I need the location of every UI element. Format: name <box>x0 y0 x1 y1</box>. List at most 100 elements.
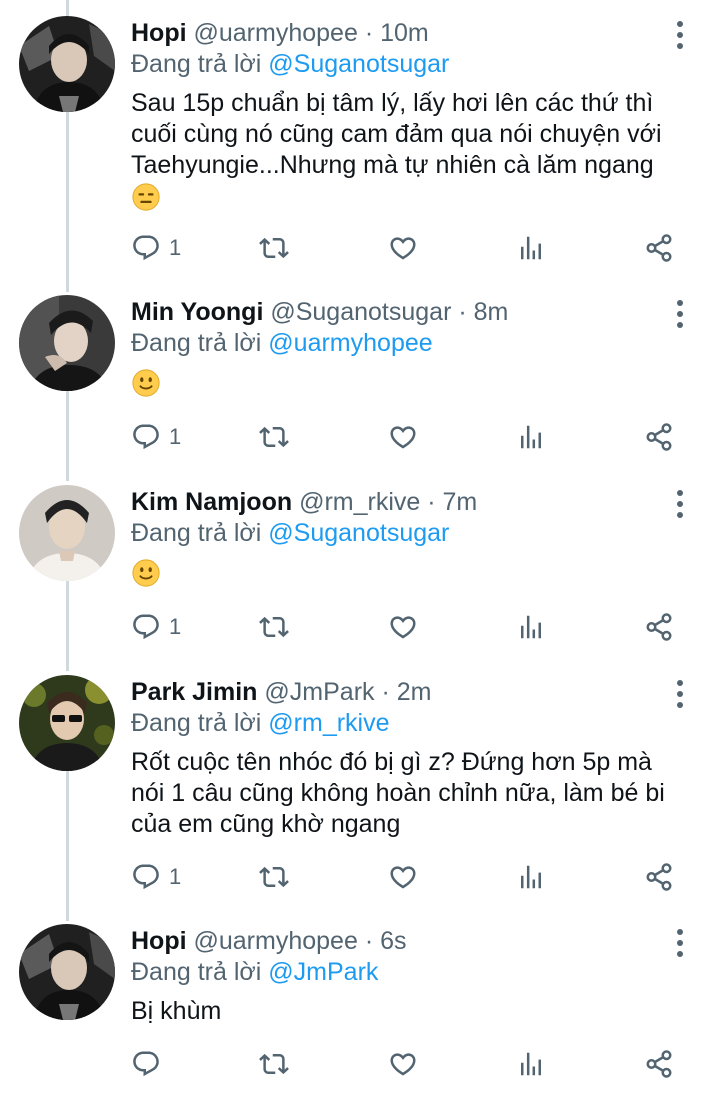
tweet[interactable]: Min Yoongi @Suganotsugar · 8m Đang trả l… <box>0 295 719 475</box>
tweet-header: Park Jimin @JmPark · 2m <box>131 677 431 707</box>
tweet-text: Rốt cuộc tên nhóc đó bị gì z? Đứng hơn 5… <box>131 747 691 840</box>
replying-to: Đang trả lời @Suganotsugar <box>131 518 449 548</box>
like-button[interactable] <box>388 609 418 645</box>
separator: · <box>364 927 374 955</box>
timestamp[interactable]: 8m <box>474 298 509 326</box>
bar-chart-icon <box>516 233 546 263</box>
avatar[interactable] <box>19 675 115 771</box>
action-bar: 1 <box>131 609 691 645</box>
avatar[interactable] <box>19 295 115 391</box>
more-options-icon[interactable] <box>668 297 692 331</box>
tweet[interactable]: Kim Namjoon @rm_rkive · 7m Đang trả lời … <box>0 485 719 665</box>
tweet-header: Min Yoongi @Suganotsugar · 8m <box>131 297 508 327</box>
retweet-icon <box>259 422 289 452</box>
reply-button[interactable]: 1 <box>131 859 181 895</box>
share-button[interactable] <box>644 1046 674 1082</box>
bar-chart-icon <box>516 612 546 642</box>
reply-button[interactable]: 1 <box>131 609 181 645</box>
timestamp[interactable]: 10m <box>380 19 429 47</box>
tweet[interactable]: Hopi @uarmyhopee · 6s Đang trả lời @JmPa… <box>0 924 719 1094</box>
action-bar <box>131 1046 691 1082</box>
share-icon <box>644 233 674 263</box>
tweet-text <box>131 557 691 588</box>
retweet-button[interactable] <box>259 859 289 895</box>
share-button[interactable] <box>644 230 674 266</box>
user-handle[interactable]: @JmPark <box>264 678 374 706</box>
replying-to: Đang trả lời @uarmyhopee <box>131 328 433 358</box>
heart-icon <box>388 612 418 642</box>
more-options-icon[interactable] <box>668 926 692 960</box>
display-name[interactable]: Hopi <box>131 927 187 955</box>
retweet-icon <box>259 233 289 263</box>
tweet[interactable]: Park Jimin @JmPark · 2m Đang trả lời @rm… <box>0 675 719 915</box>
avatar[interactable] <box>19 16 115 112</box>
replying-to: Đang trả lời @JmPark <box>131 957 378 987</box>
user-handle[interactable]: @uarmyhopee <box>194 19 358 47</box>
display-name[interactable]: Park Jimin <box>131 678 257 706</box>
slightly-smiling-face-icon <box>131 558 161 588</box>
views-button[interactable] <box>516 419 546 455</box>
bar-chart-icon <box>516 1049 546 1079</box>
share-button[interactable] <box>644 609 674 645</box>
share-icon <box>644 1049 674 1079</box>
replying-to-label: Đang trả lời <box>131 519 262 547</box>
retweet-button[interactable] <box>259 419 289 455</box>
timestamp[interactable]: 7m <box>443 488 478 516</box>
mention-link[interactable]: @uarmyhopee <box>268 329 432 357</box>
mention-link[interactable]: @Suganotsugar <box>268 519 449 547</box>
action-bar: 1 <box>131 419 691 455</box>
display-name[interactable]: Min Yoongi <box>131 298 263 326</box>
mention-link[interactable]: @Suganotsugar <box>268 50 449 78</box>
reply-icon <box>131 612 161 642</box>
like-button[interactable] <box>388 859 418 895</box>
replying-to-label: Đang trả lời <box>131 50 262 78</box>
replying-to-label: Đang trả lời <box>131 709 262 737</box>
like-button[interactable] <box>388 1046 418 1082</box>
text-line: Sau 15p chuẩn bị tâm lý, lấy hơi lên các… <box>131 89 654 117</box>
reply-button[interactable]: 1 <box>131 230 181 266</box>
more-options-icon[interactable] <box>668 487 692 521</box>
text-line: nói 1 câu cũng không hoàn chỉnh nữa, làm… <box>131 779 665 807</box>
replying-to-label: Đang trả lời <box>131 329 262 357</box>
reply-count: 1 <box>169 864 182 889</box>
like-button[interactable] <box>388 419 418 455</box>
tweet-text: Sau 15p chuẩn bị tâm lý, lấy hơi lên các… <box>131 88 691 212</box>
text-line: Rốt cuộc tên nhóc đó bị gì z? Đứng hơn 5… <box>131 748 652 776</box>
reply-icon <box>131 1049 161 1079</box>
text-line: Taehyungie...Nhưng mà tự nhiên cà lăm ng… <box>131 151 654 179</box>
retweet-button[interactable] <box>259 230 289 266</box>
mention-link[interactable]: @rm_rkive <box>268 709 389 737</box>
display-name[interactable]: Kim Namjoon <box>131 488 292 516</box>
mention-link[interactable]: @JmPark <box>268 958 378 986</box>
retweet-button[interactable] <box>259 609 289 645</box>
reply-button[interactable] <box>131 1046 161 1082</box>
share-button[interactable] <box>644 859 674 895</box>
views-button[interactable] <box>516 609 546 645</box>
views-button[interactable] <box>516 859 546 895</box>
display-name[interactable]: Hopi <box>131 19 187 47</box>
retweet-button[interactable] <box>259 1046 289 1082</box>
tweet-text: Bị khùm <box>131 996 691 1027</box>
more-options-icon[interactable] <box>668 677 692 711</box>
user-handle[interactable]: @Suganotsugar <box>270 298 451 326</box>
timestamp[interactable]: 6s <box>380 927 406 955</box>
views-button[interactable] <box>516 230 546 266</box>
reply-button[interactable]: 1 <box>131 419 181 455</box>
share-icon <box>644 422 674 452</box>
user-handle[interactable]: @uarmyhopee <box>194 927 358 955</box>
user-handle[interactable]: @rm_rkive <box>299 488 420 516</box>
avatar[interactable] <box>19 924 115 1020</box>
views-button[interactable] <box>516 1046 546 1082</box>
more-options-icon[interactable] <box>668 18 692 52</box>
tweet[interactable]: Hopi @uarmyhopee · 10m Đang trả lời @Sug… <box>0 16 719 278</box>
text-line: Bị khùm <box>131 997 222 1025</box>
like-button[interactable] <box>388 230 418 266</box>
replying-to: Đang trả lời @Suganotsugar <box>131 49 449 79</box>
share-icon <box>644 612 674 642</box>
share-button[interactable] <box>644 419 674 455</box>
replying-to-label: Đang trả lời <box>131 958 262 986</box>
bar-chart-icon <box>516 862 546 892</box>
tweet-header: Kim Namjoon @rm_rkive · 7m <box>131 487 477 517</box>
timestamp[interactable]: 2m <box>397 678 432 706</box>
avatar[interactable] <box>19 485 115 581</box>
